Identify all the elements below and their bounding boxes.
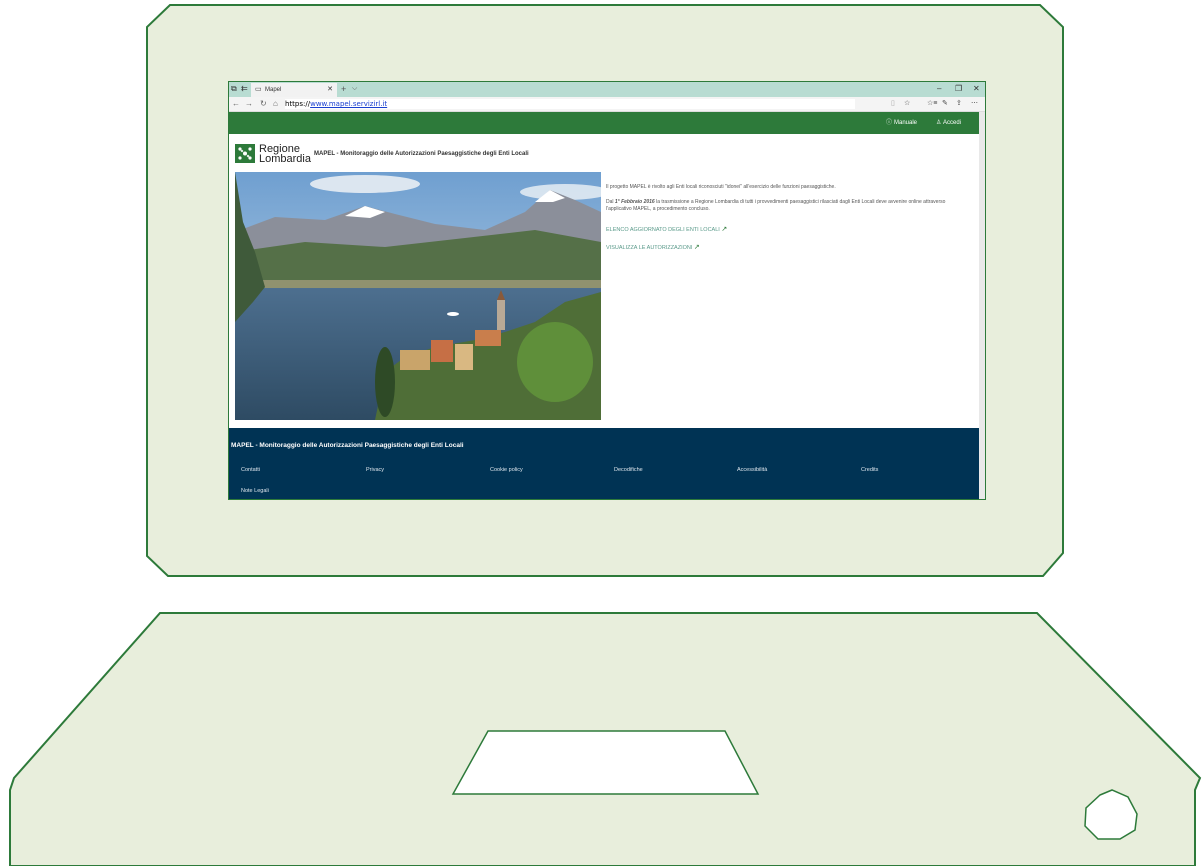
p2-date: 1° Febbraio 2016 [614,199,655,205]
tab-title: Mapel [265,87,282,93]
rose-camuna-icon [238,147,252,160]
lake-landscape-image [235,172,601,420]
more-icon[interactable]: ⋯ [971,99,978,109]
new-tab-icon[interactable]: + [341,83,346,95]
footer-link-cookie-policy[interactable]: Cookie policy [490,467,523,473]
lake-photo-drawing [235,172,601,420]
laptop-screen: ⧉ ⇇ ▭ Mapel ✕ + ⌵ – ❐ ✕ ← → ↻ ⌂ https://… [228,81,986,500]
footer-link-note-legali[interactable]: Note Legali [241,488,269,494]
autorizzazioni-link[interactable]: VISUALIZZA LE AUTORIZZAZIONI ↗ [606,244,700,252]
site-top-bar: ⓘ Manuale ♙ Accedi [229,112,979,134]
footer-title: MAPEL - Monitoraggio delle Autorizzazion… [231,442,464,449]
manual-link[interactable]: Manuale [894,118,917,128]
star-icon[interactable]: ☆ [904,99,910,109]
site-title: MAPEL - Monitoraggio delle Autorizzazion… [314,151,529,157]
transmission-paragraph: Dal 1° Febbraio 2016 la trasmissione a R… [606,199,966,213]
enti-locali-link[interactable]: ELENCO AGGIORNATO DEGLI ENTI LOCALI ↗ [606,226,727,234]
tab-icon: ▭ [255,86,262,93]
footer-link-privacy[interactable]: Privacy [366,467,384,473]
user-icon: ♙ [936,120,942,126]
browser-address-row: ← → ↻ ⌂ https://www.mapel.servizirl.it ▯… [229,97,985,112]
tab-actions-icon[interactable]: ⧉ [231,84,237,94]
enti-locali-link-label: ELENCO AGGIORNATO DEGLI ENTI LOCALI [606,227,720,233]
tab-list-icon[interactable]: ⌵ [352,83,357,95]
browser-tab[interactable]: ▭ Mapel ✕ [251,83,337,97]
login-link[interactable]: Accedi [943,118,961,128]
address-bar[interactable]: https://www.mapel.servizirl.it [285,99,855,109]
p2-rest: la trasmissione a Regione Lombardia di t… [606,199,946,212]
footer-link-decodifiche[interactable]: Decodifiche [614,467,643,473]
browser-tab-bar: ⧉ ⇇ ▭ Mapel ✕ + ⌵ – ❐ ✕ [229,82,985,97]
url-prefix: https:// [285,100,311,108]
footer-link-accessibilita[interactable]: Accessibilità [737,467,767,473]
url-link[interactable]: www.mapel.servizirl.it [310,100,387,108]
forward-icon[interactable]: → [245,98,253,110]
manual-icon: ⓘ [886,120,893,126]
external-link-icon: ↗ [721,226,728,233]
p2-prefix: Dal [606,199,615,205]
close-tab-icon[interactable]: ✕ [327,83,333,97]
notes-icon[interactable]: ✎ [942,99,948,109]
touchpad[interactable] [451,730,760,795]
regione-lombardia-logo[interactable] [235,144,255,163]
tabs-aside-icon[interactable]: ⇇ [241,84,248,94]
favorites-icon[interactable]: ☆≡ [927,99,937,109]
autorizzazioni-link-label: VISUALIZZA LE AUTORIZZAZIONI [606,245,693,251]
logo-text: Regione Lombardia [259,144,311,165]
maximize-icon[interactable]: ❐ [955,83,962,95]
refresh-icon[interactable]: ↻ [260,98,267,110]
logo-line-2: Lombardia [259,153,311,165]
site-footer: MAPEL - Monitoraggio delle Autorizzazion… [229,428,979,499]
close-window-icon[interactable]: ✕ [973,83,980,95]
reading-view-icon[interactable]: ▯ [891,99,895,109]
back-icon[interactable]: ← [232,98,240,110]
footer-link-contatti[interactable]: Contatti [241,467,260,473]
footer-link-credits[interactable]: Credits [861,467,878,473]
home-icon[interactable]: ⌂ [273,98,278,110]
share-icon[interactable]: ⇪ [956,99,962,109]
external-link-icon: ↗ [693,244,700,251]
vertical-scrollbar[interactable] [979,112,985,499]
intro-paragraph: Il progetto MAPEL è rivolto agli Enti lo… [606,184,836,190]
minimize-icon[interactable]: – [937,83,941,95]
